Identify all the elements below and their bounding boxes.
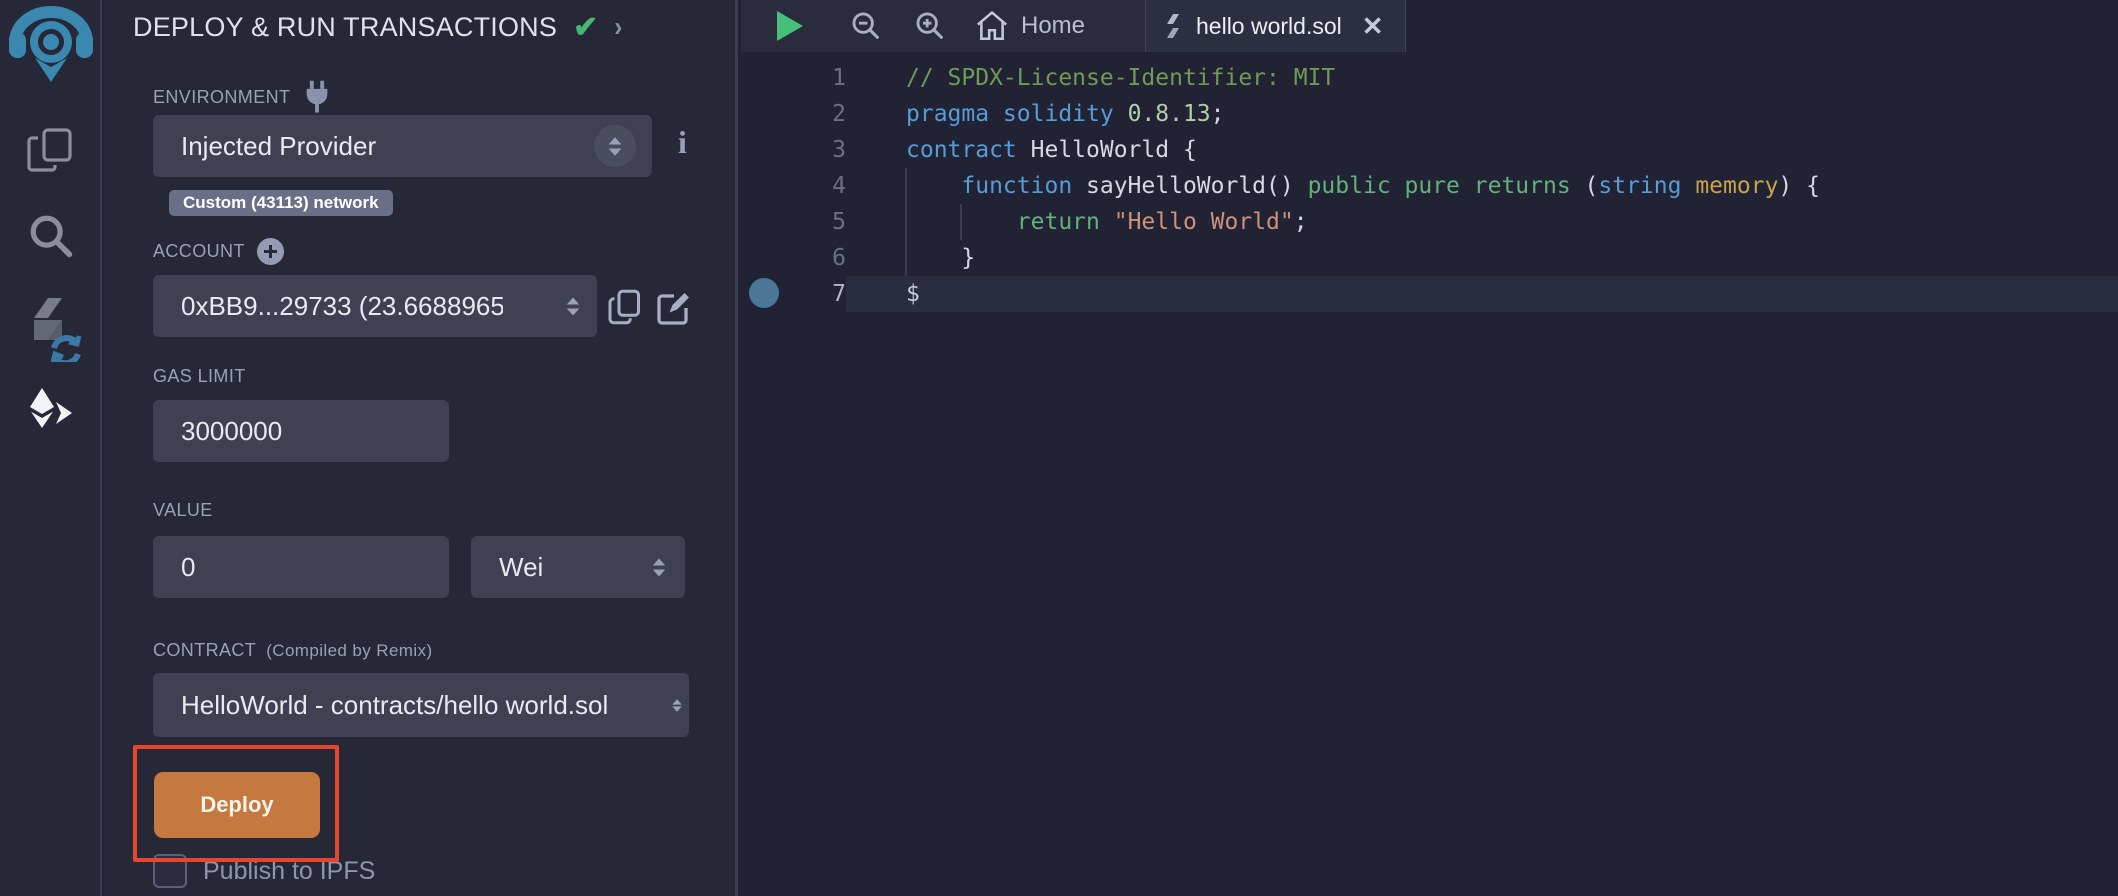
editor-toolbar: Home — [741, 0, 1145, 52]
environment-label: ENVIRONMENT — [153, 87, 290, 108]
gas-limit-input[interactable]: 3000000 — [153, 400, 449, 462]
indent-guide — [905, 168, 907, 276]
code-line-5[interactable]: 5 return "Hello World"; — [741, 204, 2118, 240]
code-line-7[interactable]: 7$ — [741, 276, 2118, 312]
deploy-run-panel: DEPLOY & RUN TRANSACTIONS ✔ › ENVIRONMEN… — [104, 0, 738, 896]
contract-value: HelloWorld - contracts/hello world.sol — [153, 690, 608, 721]
environment-dropdown-arrows-icon — [594, 125, 636, 167]
environment-value: Injected Provider — [153, 131, 376, 162]
home-icon — [975, 10, 1009, 42]
close-tab-icon[interactable]: ✕ — [1362, 11, 1384, 42]
publish-ipfs-checkbox[interactable] — [153, 854, 187, 888]
code-editor: Home hello world.sol ✕ 1// SPDX-License-… — [741, 0, 2118, 896]
line-number: 5 — [741, 204, 846, 240]
code-line-4[interactable]: 4 function sayHelloWorld() public pure r… — [741, 168, 2118, 204]
edit-account-icon[interactable] — [656, 290, 692, 326]
code-text: // SPDX-License-Identifier: MIT — [846, 60, 2118, 96]
line-number: 3 — [741, 132, 846, 168]
deploy-run-icon[interactable] — [0, 388, 102, 440]
line-number: 1 — [741, 60, 846, 96]
code-text: pragma solidity 0.8.13; — [846, 96, 2118, 132]
code-text: return "Hello World"; — [846, 204, 2118, 240]
code-text: $ — [846, 276, 2118, 312]
value-unit: Wei — [471, 552, 543, 583]
compiled-check-icon: ✔ — [573, 10, 598, 45]
file-explorer-icon[interactable] — [0, 126, 102, 174]
gas-limit-value: 3000000 — [153, 416, 282, 447]
value-input[interactable]: 0 — [153, 536, 449, 598]
search-icon[interactable] — [0, 210, 102, 262]
value-unit-select[interactable]: Wei — [471, 536, 685, 598]
remix-logo[interactable] — [0, 6, 102, 86]
code-lines[interactable]: 1// SPDX-License-Identifier: MIT2pragma … — [741, 52, 2118, 312]
value-label: VALUE — [153, 500, 213, 521]
file-tab-label: hello world.sol — [1196, 13, 1342, 40]
publish-ipfs-label: Publish to IPFS — [203, 857, 375, 886]
zoom-out-icon[interactable] — [849, 9, 883, 43]
contract-label: CONTRACT — [153, 640, 256, 661]
code-line-3[interactable]: 3contract HelloWorld { — [741, 132, 2118, 168]
account-dropdown-arrows-icon — [567, 297, 579, 315]
line-number: 6 — [741, 240, 846, 276]
environment-info-icon[interactable]: i — [678, 124, 687, 161]
tab-home[interactable]: Home — [975, 10, 1085, 42]
code-line-6[interactable]: 6 } — [741, 240, 2118, 276]
panel-title: DEPLOY & RUN TRANSACTIONS — [133, 12, 557, 43]
copy-account-icon[interactable] — [607, 288, 643, 326]
contract-select[interactable]: HelloWorld - contracts/hello world.sol — [153, 673, 689, 737]
run-script-icon[interactable] — [775, 9, 805, 43]
gas-limit-label: GAS LIMIT — [153, 366, 246, 387]
code-line-2[interactable]: 2pragma solidity 0.8.13; — [741, 96, 2118, 132]
account-select[interactable]: 0xBB9...29733 (23.6688965 — [153, 275, 597, 337]
account-value: 0xBB9...29733 (23.6688965 — [153, 291, 503, 322]
code-line-1[interactable]: 1// SPDX-License-Identifier: MIT — [741, 60, 2118, 96]
contract-dropdown-arrows-icon — [672, 699, 682, 712]
contract-note: (Compiled by Remix) — [266, 641, 432, 661]
code-text: contract HelloWorld { — [846, 132, 2118, 168]
add-account-icon[interactable] — [257, 238, 284, 265]
breakpoint-dot[interactable] — [749, 278, 779, 308]
deploy-button[interactable]: Deploy — [154, 772, 320, 838]
collapse-chevron-icon[interactable]: › — [614, 11, 622, 43]
line-number: 4 — [741, 168, 846, 204]
account-label: ACCOUNT — [153, 241, 245, 262]
code-text: function sayHelloWorld() public pure ret… — [846, 168, 2118, 204]
tab-file[interactable]: hello world.sol ✕ — [1145, 0, 1406, 52]
solidity-compiler-icon[interactable] — [0, 296, 102, 362]
environment-select[interactable]: Injected Provider — [153, 115, 652, 177]
zoom-in-icon[interactable] — [913, 9, 947, 43]
unit-dropdown-arrows-icon — [653, 558, 665, 576]
icon-rail — [0, 0, 102, 896]
code-text: } — [846, 240, 2118, 276]
indent-guide — [960, 204, 962, 240]
editor-tabbar: Home hello world.sol ✕ — [741, 0, 2118, 52]
home-tab-label: Home — [1021, 12, 1085, 40]
plug-icon — [302, 80, 332, 114]
value-value: 0 — [153, 552, 195, 583]
line-number: 2 — [741, 96, 846, 132]
network-badge: Custom (43113) network — [169, 190, 393, 216]
solidity-file-icon — [1164, 13, 1182, 39]
